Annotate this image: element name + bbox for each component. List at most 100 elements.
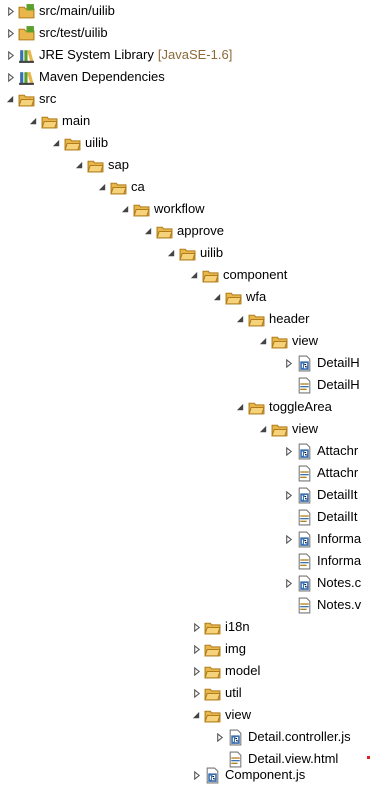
expand-arrow-icon[interactable] [190, 665, 202, 677]
folder-icon [110, 179, 127, 196]
tree-item-label: DetailIt [317, 509, 358, 524]
tree-item-toggle-file-html[interactable]: Informa [296, 550, 361, 572]
tree-item-util[interactable]: util [190, 682, 242, 704]
tree-item-component[interactable]: component [188, 264, 287, 286]
tree-item-model[interactable]: model [190, 660, 260, 682]
tree-item-toggle-file-html[interactable]: Notes.v [296, 594, 361, 616]
tree-item-uilib[interactable]: uilib [50, 132, 108, 154]
tree-item-toggle-file-html[interactable]: Attachr [296, 462, 358, 484]
expand-arrow-icon[interactable] [190, 621, 202, 633]
tree-item-main[interactable]: main [27, 110, 90, 132]
tree-item-maven-dependencies[interactable]: Maven Dependencies [4, 66, 165, 88]
expand-arrow-icon[interactable] [4, 49, 16, 61]
tree-item-src[interactable]: src [4, 88, 56, 110]
tree-item-label: DetailH [317, 377, 360, 392]
tree-item-approve[interactable]: approve [142, 220, 224, 242]
collapse-arrow-icon[interactable] [211, 291, 223, 303]
expand-arrow-icon[interactable] [213, 731, 225, 743]
folder-icon [204, 663, 221, 680]
tree-item-toggle-file-html[interactable]: DetailIt [296, 506, 357, 528]
tree-item-label: view [225, 707, 252, 722]
collapse-arrow-icon[interactable] [234, 313, 246, 325]
html-file-icon [296, 465, 313, 482]
source-folder-icon [18, 25, 35, 42]
tree-item-src-main-uilib[interactable]: src/main/uilib [4, 0, 115, 22]
expand-arrow-icon[interactable] [282, 489, 294, 501]
expand-arrow-icon[interactable] [4, 27, 16, 39]
error-marker [367, 756, 370, 759]
expand-arrow-icon[interactable] [282, 445, 294, 457]
expand-arrow-icon[interactable] [282, 533, 294, 545]
expand-arrow-icon[interactable] [282, 577, 294, 589]
tree-item-label: src/test/uilib [39, 25, 108, 40]
html-file-icon [296, 553, 313, 570]
collapse-arrow-icon[interactable] [50, 137, 62, 149]
collapse-arrow-icon[interactable] [257, 335, 269, 347]
tree-item-label: Informa [317, 553, 362, 568]
collapse-arrow-icon[interactable] [96, 181, 108, 193]
expand-arrow-icon[interactable] [282, 357, 294, 369]
tree-item-ca[interactable]: ca [96, 176, 145, 198]
tree-item-toggle-file-js[interactable]: Notes.c [282, 572, 361, 594]
tree-item-uilib-nested[interactable]: uilib [165, 242, 223, 264]
tree-item-label: src/main/uilib [39, 3, 115, 18]
tree-item-component-js[interactable]: Component.js [190, 764, 305, 786]
folder-icon [204, 707, 221, 724]
tree-item-header-file-html[interactable]: DetailH [296, 374, 360, 396]
expand-arrow-icon[interactable] [4, 71, 16, 83]
tree-item-label: img [225, 641, 246, 656]
tree-item-view[interactable]: view [190, 704, 251, 726]
tree-item-toggle-file-js[interactable]: Attachr [282, 440, 358, 462]
expand-arrow-icon[interactable] [190, 769, 202, 781]
tree-item-header-file-js[interactable]: DetailH [282, 352, 360, 374]
collapse-arrow-icon[interactable] [73, 159, 85, 171]
javascript-file-icon [296, 443, 313, 460]
collapse-arrow-icon[interactable] [234, 401, 246, 413]
javascript-file-icon [296, 575, 313, 592]
tree-item-wfa[interactable]: wfa [211, 286, 266, 308]
tree-item-i18n[interactable]: i18n [190, 616, 250, 638]
tree-item-toggle-file-js[interactable]: Informa [282, 528, 361, 550]
tree-item-toggle-view[interactable]: view [257, 418, 318, 440]
tree-item-label: Attachr [317, 443, 359, 458]
tree-item-label: view [292, 333, 319, 348]
tree-item-label: approve [177, 223, 224, 238]
collapse-arrow-icon[interactable] [190, 709, 202, 721]
expand-arrow-icon[interactable] [190, 643, 202, 655]
collapse-arrow-icon[interactable] [257, 423, 269, 435]
tree-item-toggleArea[interactable]: toggleArea [234, 396, 332, 418]
tree-item-detail-controller[interactable]: Detail.controller.js [213, 726, 351, 748]
library-icon [18, 47, 35, 64]
html-file-icon [296, 597, 313, 614]
tree-item-header-view[interactable]: view [257, 330, 318, 352]
expand-arrow-icon[interactable] [190, 687, 202, 699]
javascript-file-icon [227, 729, 244, 746]
folder-icon [133, 201, 150, 218]
tree-item-label: uilib [200, 245, 224, 260]
tree-item-workflow[interactable]: workflow [119, 198, 205, 220]
tree-item-label: Informa [317, 531, 362, 546]
collapse-arrow-icon[interactable] [4, 93, 16, 105]
collapse-arrow-icon[interactable] [188, 269, 200, 281]
tree-item-label: wfa [246, 289, 267, 304]
tree-item-label: Maven Dependencies [39, 69, 165, 84]
collapse-arrow-icon[interactable] [119, 203, 131, 215]
tree-item-label: Component.js [225, 767, 306, 782]
tree-item-label: src [39, 91, 57, 106]
collapse-arrow-icon[interactable] [27, 115, 39, 127]
tree-item-toggle-file-js[interactable]: DetailIt [282, 484, 357, 506]
collapse-arrow-icon[interactable] [165, 247, 177, 259]
expand-arrow-icon[interactable] [4, 5, 16, 17]
tree-item-label: header [269, 311, 310, 326]
collapse-arrow-icon[interactable] [142, 225, 154, 237]
tree-item-src-test-uilib[interactable]: src/test/uilib [4, 22, 108, 44]
tree-item-img[interactable]: img [190, 638, 246, 660]
tree-item-sap[interactable]: sap [73, 154, 129, 176]
tree-item-header[interactable]: header [234, 308, 309, 330]
tree-item-label: Detail.controller.js [248, 729, 351, 744]
folder-icon [156, 223, 173, 240]
tree-item-label: toggleArea [269, 399, 332, 414]
folder-icon [248, 399, 265, 416]
tree-item-jre-library[interactable]: JRE System Library [JavaSE-1.6] [4, 44, 232, 66]
tree-item-label: Attachr [317, 465, 359, 480]
